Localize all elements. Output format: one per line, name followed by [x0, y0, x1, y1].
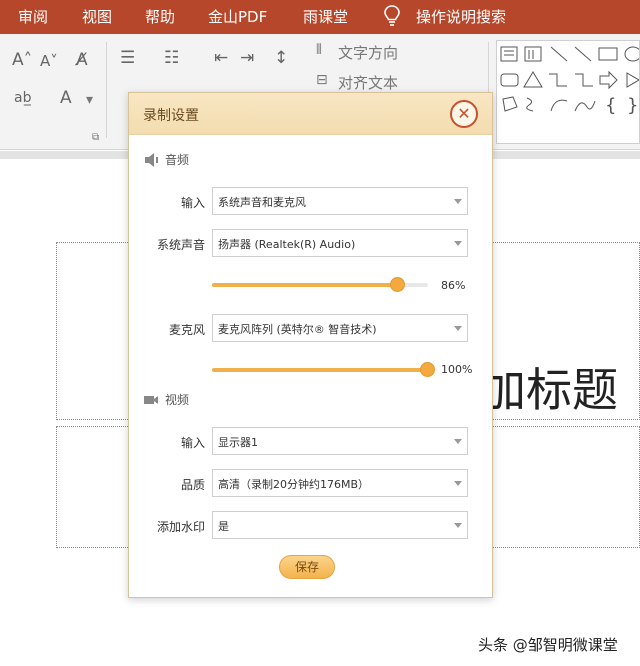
- system-sound-percent: 86%: [441, 279, 466, 292]
- freeform-shape-icon[interactable]: [502, 96, 518, 112]
- audio-input-label: 输入: [180, 196, 205, 210]
- quality-select[interactable]: 高清（录制20分钟约176MB）: [212, 469, 468, 497]
- textbox-shape-icon[interactable]: [500, 46, 518, 62]
- video-section-header: 视频: [143, 391, 189, 408]
- watermark-select[interactable]: 是: [212, 511, 468, 539]
- video-input-select[interactable]: 显示器1: [212, 427, 468, 455]
- audio-section-header: 音频: [143, 151, 189, 168]
- tell-me-search[interactable]: 操作说明搜索: [416, 6, 506, 27]
- tab-kingsoft-pdf[interactable]: 金山PDF: [208, 6, 267, 27]
- line-shape-icon[interactable]: [550, 46, 568, 62]
- increase-indent-icon[interactable]: ⇥: [240, 48, 254, 68]
- align-text-button[interactable]: 对齐文本: [338, 72, 398, 93]
- slider-fill: [212, 283, 398, 287]
- system-sound-value: 扬声器 (Realtek(R) Audio): [218, 238, 356, 251]
- dialog-header: 录制设置 ✕: [129, 93, 492, 135]
- slider-handle[interactable]: [389, 277, 405, 292]
- watermark-value: 是: [218, 520, 229, 533]
- chevron-down-icon: [454, 241, 462, 246]
- curve-shape-icon[interactable]: [574, 100, 596, 112]
- slider-handle[interactable]: [420, 362, 435, 377]
- shrink-font-icon[interactable]: A˅: [40, 52, 58, 70]
- microphone-slider[interactable]: [212, 362, 435, 377]
- slider-fill: [212, 368, 428, 372]
- rounded-rect-shape-icon[interactable]: [500, 73, 519, 87]
- bullets-icon[interactable]: ☰: [120, 48, 135, 68]
- elbow-connector-icon[interactable]: [549, 73, 567, 87]
- audio-input-value: 系统声音和麦克风: [218, 196, 306, 209]
- lightbulb-icon: [384, 5, 400, 26]
- video-input-label: 输入: [180, 436, 205, 450]
- video-camera-icon: [144, 395, 158, 404]
- speaker-icon: [145, 152, 158, 167]
- tab-review[interactable]: 审阅: [18, 6, 48, 27]
- numbering-icon[interactable]: ☷: [164, 48, 179, 68]
- oval-shape-icon[interactable]: [624, 46, 640, 62]
- system-sound-select[interactable]: 扬声器 (Realtek(R) Audio): [212, 229, 468, 257]
- arc-shape-icon[interactable]: [550, 99, 568, 112]
- right-brace-icon[interactable]: }: [627, 95, 638, 116]
- scribble-shape-icon[interactable]: [526, 97, 534, 112]
- quality-label: 品质: [180, 478, 205, 492]
- grow-font-icon[interactable]: A˄: [12, 50, 32, 70]
- chevron-down-icon: [454, 326, 462, 331]
- tab-rain-classroom[interactable]: 雨课堂: [303, 6, 348, 27]
- arrow-shape-icon[interactable]: [574, 46, 592, 62]
- tab-view[interactable]: 视图: [82, 6, 112, 27]
- close-button[interactable]: ✕: [450, 100, 478, 128]
- system-sound-slider[interactable]: [212, 277, 428, 292]
- right-arrow-shape-icon[interactable]: [599, 70, 618, 90]
- left-brace-icon[interactable]: {: [605, 95, 616, 116]
- audio-input-select[interactable]: 系统声音和麦克风: [212, 187, 468, 215]
- dialog-launcher-icon[interactable]: ⧉: [92, 132, 99, 143]
- clear-format-icon[interactable]: A̸: [76, 50, 88, 70]
- triangle-shape-icon[interactable]: [523, 71, 543, 88]
- tab-help[interactable]: 帮助: [145, 6, 175, 27]
- video-section-label: 视频: [165, 393, 190, 407]
- ribbon-tab-bar: 审阅 视图 帮助 金山PDF 雨课堂 操作说明搜索: [0, 0, 640, 34]
- chevron-down-icon[interactable]: ▾: [86, 92, 93, 108]
- system-sound-label: 系统声音: [156, 238, 205, 252]
- chevron-down-icon: [454, 199, 462, 204]
- audio-section-label: 音频: [165, 153, 190, 167]
- recording-settings-dialog: 录制设置 ✕ 音频 输入 系统声音和麦克风 系统声音 扬声器 (Realtek(…: [128, 92, 493, 598]
- source-watermark: 头条 @邹智明微课堂: [478, 636, 618, 654]
- slide-title-text: 加标题: [480, 363, 618, 417]
- microphone-value: 麦克风阵列 (英特尔® 智音技术): [218, 323, 377, 336]
- shapes-gallery: { }: [496, 40, 640, 144]
- decrease-indent-icon[interactable]: ⇤: [214, 48, 228, 68]
- vertical-textbox-shape-icon[interactable]: [524, 46, 542, 62]
- chevron-down-icon: [454, 523, 462, 528]
- text-direction-button[interactable]: 文字方向: [338, 42, 398, 63]
- watermark-label: 添加水印: [156, 520, 205, 534]
- dialog-title: 录制设置: [143, 108, 199, 124]
- microphone-select[interactable]: 麦克风阵列 (英特尔® 智音技术): [212, 314, 468, 342]
- microphone-percent: 100%: [441, 363, 473, 376]
- video-input-value: 显示器1: [218, 436, 258, 449]
- ribbon-divider: [106, 42, 107, 138]
- quality-value: 高清（录制20分钟约176MB）: [218, 478, 370, 491]
- chevron-down-icon: [454, 481, 462, 486]
- elbow-arrow-connector-icon[interactable]: [575, 73, 593, 87]
- line-spacing-icon[interactable]: ↕: [274, 48, 288, 68]
- highlight-icon[interactable]: ab̲: [14, 90, 31, 106]
- text-direction-icon: ⫴: [316, 42, 322, 58]
- save-button[interactable]: 保存: [279, 555, 335, 579]
- align-text-icon: ⊟: [316, 72, 328, 88]
- font-color-icon[interactable]: A: [60, 88, 72, 108]
- rectangle-shape-icon[interactable]: [598, 47, 618, 61]
- triangle-wedge-icon[interactable]: [626, 72, 640, 88]
- chevron-down-icon: [454, 439, 462, 444]
- microphone-label: 麦克风: [168, 323, 205, 337]
